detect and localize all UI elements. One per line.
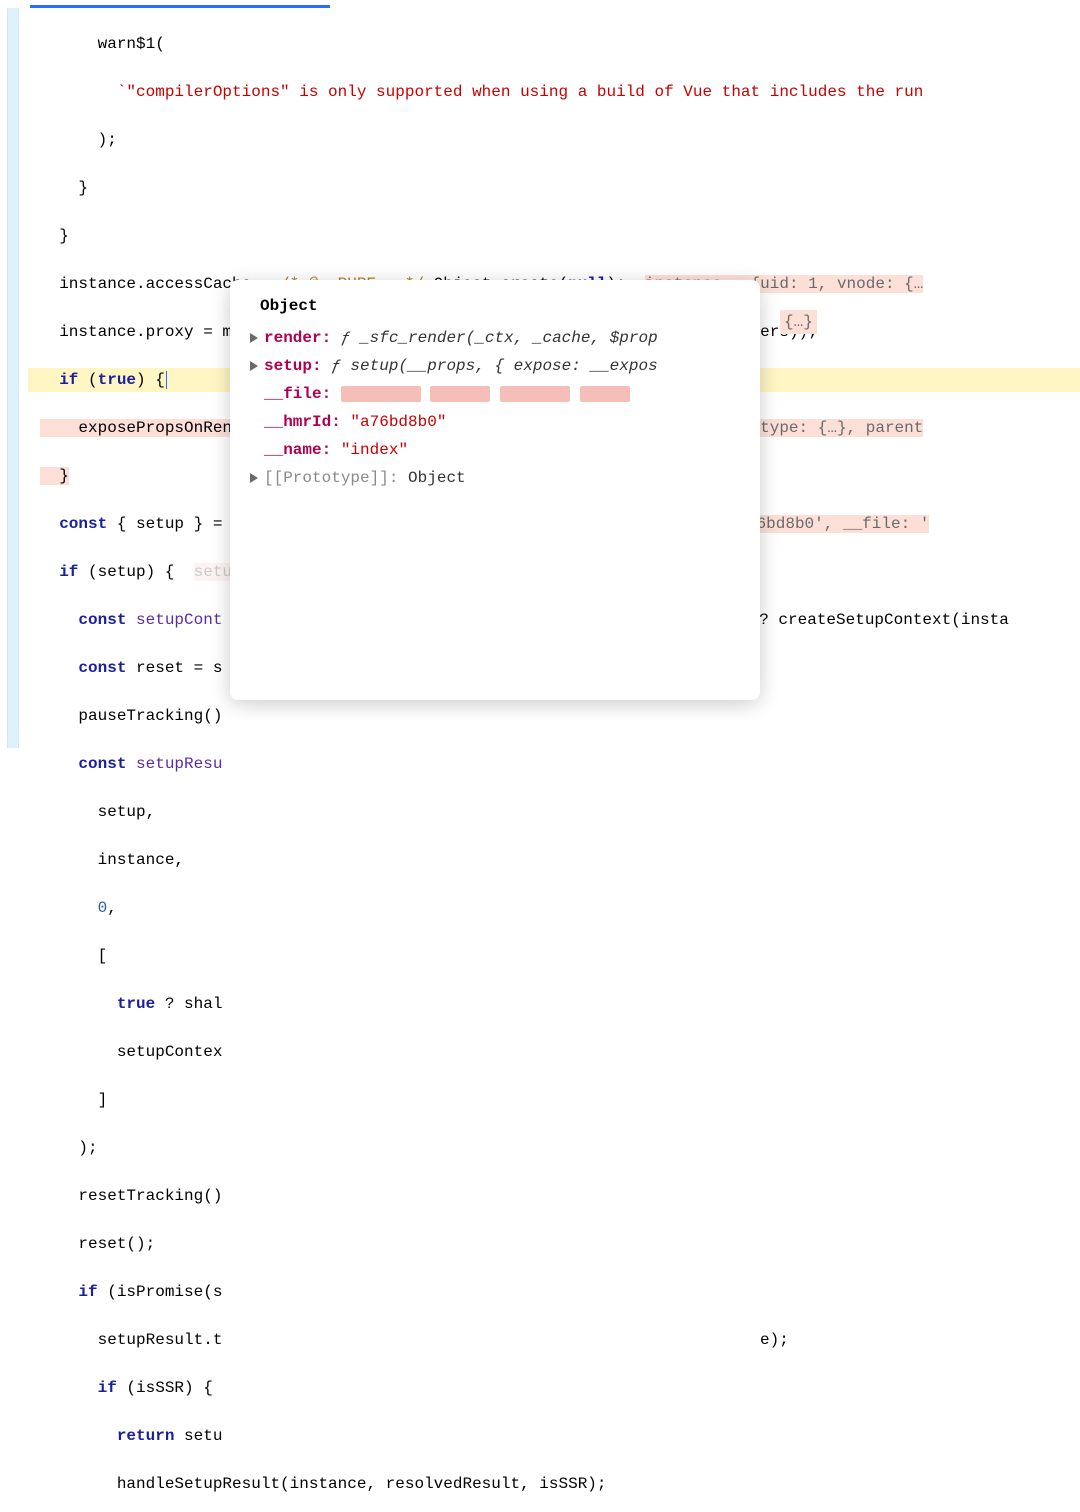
redacted-text (341, 386, 421, 402)
property-value: ƒ _sfc_render(_ctx, _cache, $prop (341, 329, 658, 347)
property-row-setup[interactable]: setup: ƒ setup(__props, { expose: __expo… (238, 352, 752, 380)
code-keyword: if (59, 563, 78, 581)
code-text: reset = s (126, 659, 222, 677)
code-text: (isPromise(s (98, 1283, 223, 1301)
code-keyword: const (78, 659, 126, 677)
code-keyword: return (117, 1427, 175, 1445)
code-text: (isSSR) { (117, 1379, 213, 1397)
popover-title: Object (238, 294, 752, 324)
object-inspector-popover[interactable]: Object render: ƒ _sfc_render(_ctx, _cach… (230, 280, 760, 700)
property-key: setup: (264, 357, 322, 375)
code-keyword: if (98, 1379, 117, 1397)
property-row-hmrid[interactable]: __hmrId: "a76bd8b0" (238, 408, 752, 436)
property-value: "index" (341, 441, 408, 459)
property-key: render: (264, 329, 331, 347)
property-value: "a76bd8b0" (350, 413, 446, 431)
property-key: __file: (264, 385, 331, 403)
property-row-file[interactable]: __file: (238, 380, 752, 408)
property-row-name[interactable]: __name: "index" (238, 436, 752, 464)
text-cursor (166, 371, 167, 389)
property-row-render[interactable]: render: ƒ _sfc_render(_ctx, _cache, $pro… (238, 324, 752, 352)
property-value: Object (408, 469, 466, 487)
code-text: [ (98, 947, 108, 965)
code-var: setupCont (126, 611, 222, 629)
code-text: setupResult.t (98, 1331, 223, 1349)
property-key: __hmrId: (264, 413, 341, 431)
code-string: `"compilerOptions" is only supported whe… (117, 83, 924, 101)
code-text: } (59, 227, 69, 245)
code-keyword: if (78, 1283, 97, 1301)
expand-icon[interactable] (250, 361, 258, 371)
code-keyword: if (59, 371, 78, 389)
redacted-text (580, 386, 630, 402)
code-number: 0 (98, 899, 108, 917)
code-text: setupContex (117, 1043, 223, 1061)
code-text: handleSetupResult(instance, resolvedResu… (117, 1475, 607, 1493)
code-keyword: true (117, 995, 155, 1013)
code-text: resetTracking() (78, 1187, 222, 1205)
property-key: [[Prototype]]: (264, 469, 398, 487)
code-text: pauseTracking() (78, 707, 222, 725)
code-text: ? shal (155, 995, 222, 1013)
code-text: warn$1( (98, 35, 165, 53)
code-text: ) { (136, 371, 165, 389)
expand-icon[interactable] (250, 473, 258, 483)
code-text: } (78, 179, 88, 197)
code-keyword: true (98, 371, 136, 389)
code-var: setupResu (126, 755, 222, 773)
code-text: instance, (98, 851, 184, 869)
redacted-text (430, 386, 490, 402)
code-keyword: const (59, 515, 107, 533)
code-keyword: const (78, 611, 126, 629)
inline-object-badge[interactable]: {…} (780, 310, 817, 334)
code-text: setu (174, 1427, 222, 1445)
code-keyword: const (78, 755, 126, 773)
property-row-prototype[interactable]: [[Prototype]]: Object (238, 464, 752, 492)
code-text: , (107, 899, 117, 917)
code-text: 1 ? createSetupContext(insta (740, 608, 1009, 632)
property-value: ƒ setup(__props, { expose: __expos (331, 357, 657, 375)
property-key: __name: (264, 441, 331, 459)
source-code-editor[interactable]: warn$1( `"compilerOptions" is only suppo… (0, 0, 1080, 1512)
code-text: ); (98, 131, 117, 149)
code-text: ); (78, 1139, 97, 1157)
redacted-text (500, 386, 570, 402)
code-text: reset(); (78, 1235, 155, 1253)
code-text: ] (98, 1091, 108, 1109)
expand-icon[interactable] (250, 333, 258, 343)
code-text: setup, (98, 803, 156, 821)
code-text: { setup } = (107, 515, 232, 533)
code-text: e); (760, 1328, 789, 1352)
code-text: (setup) { (78, 563, 193, 581)
